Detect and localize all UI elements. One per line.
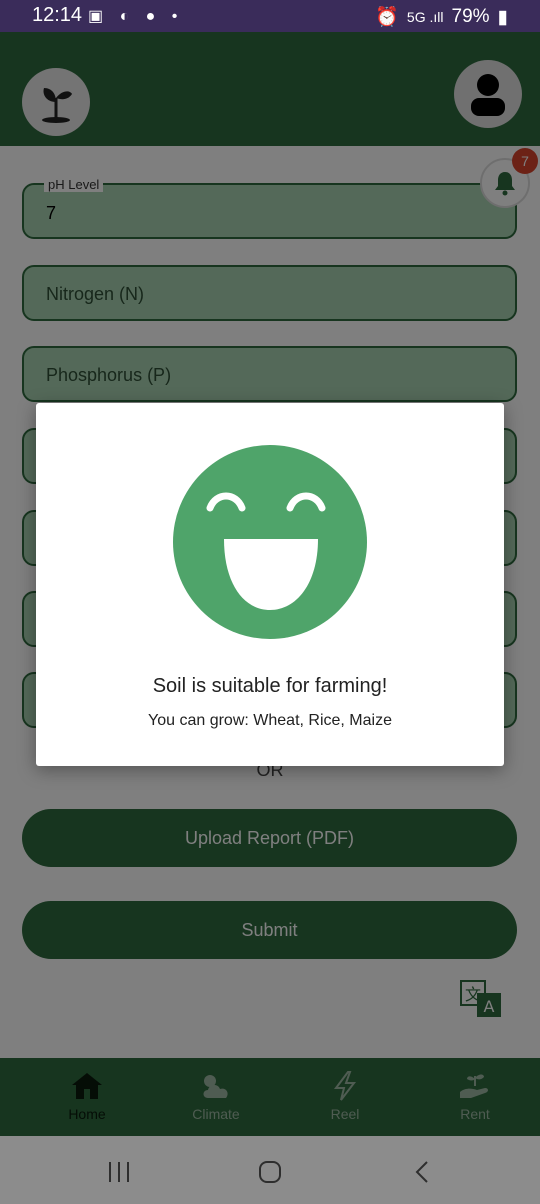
signal-icon: 5G .ıll: [406, 9, 444, 25]
battery-level: 79%: [451, 6, 490, 27]
battery-icon: ▮: [497, 6, 508, 28]
smiley-face-icon: [173, 445, 367, 639]
system-nav-dim: [0, 1136, 540, 1204]
dialog-title: Soil is suitable for farming!: [152, 675, 388, 697]
status-time: 12:14: [32, 4, 83, 26]
dialog-message: You can grow: Wheat, Rice, Maize: [148, 712, 392, 729]
status-right: ⏰ 5G .ıll 79% ▮: [375, 5, 508, 29]
alarm-icon: ⏰: [375, 7, 399, 28]
status-bar: 12:14 ▣ ◐ ● • ⏰ 5G .ıll 79% ▮: [0, 0, 540, 32]
result-dialog: Soil is suitable for farming! You can gr…: [36, 403, 504, 766]
notification-icons: ▣ ◐ ● •: [88, 8, 184, 25]
